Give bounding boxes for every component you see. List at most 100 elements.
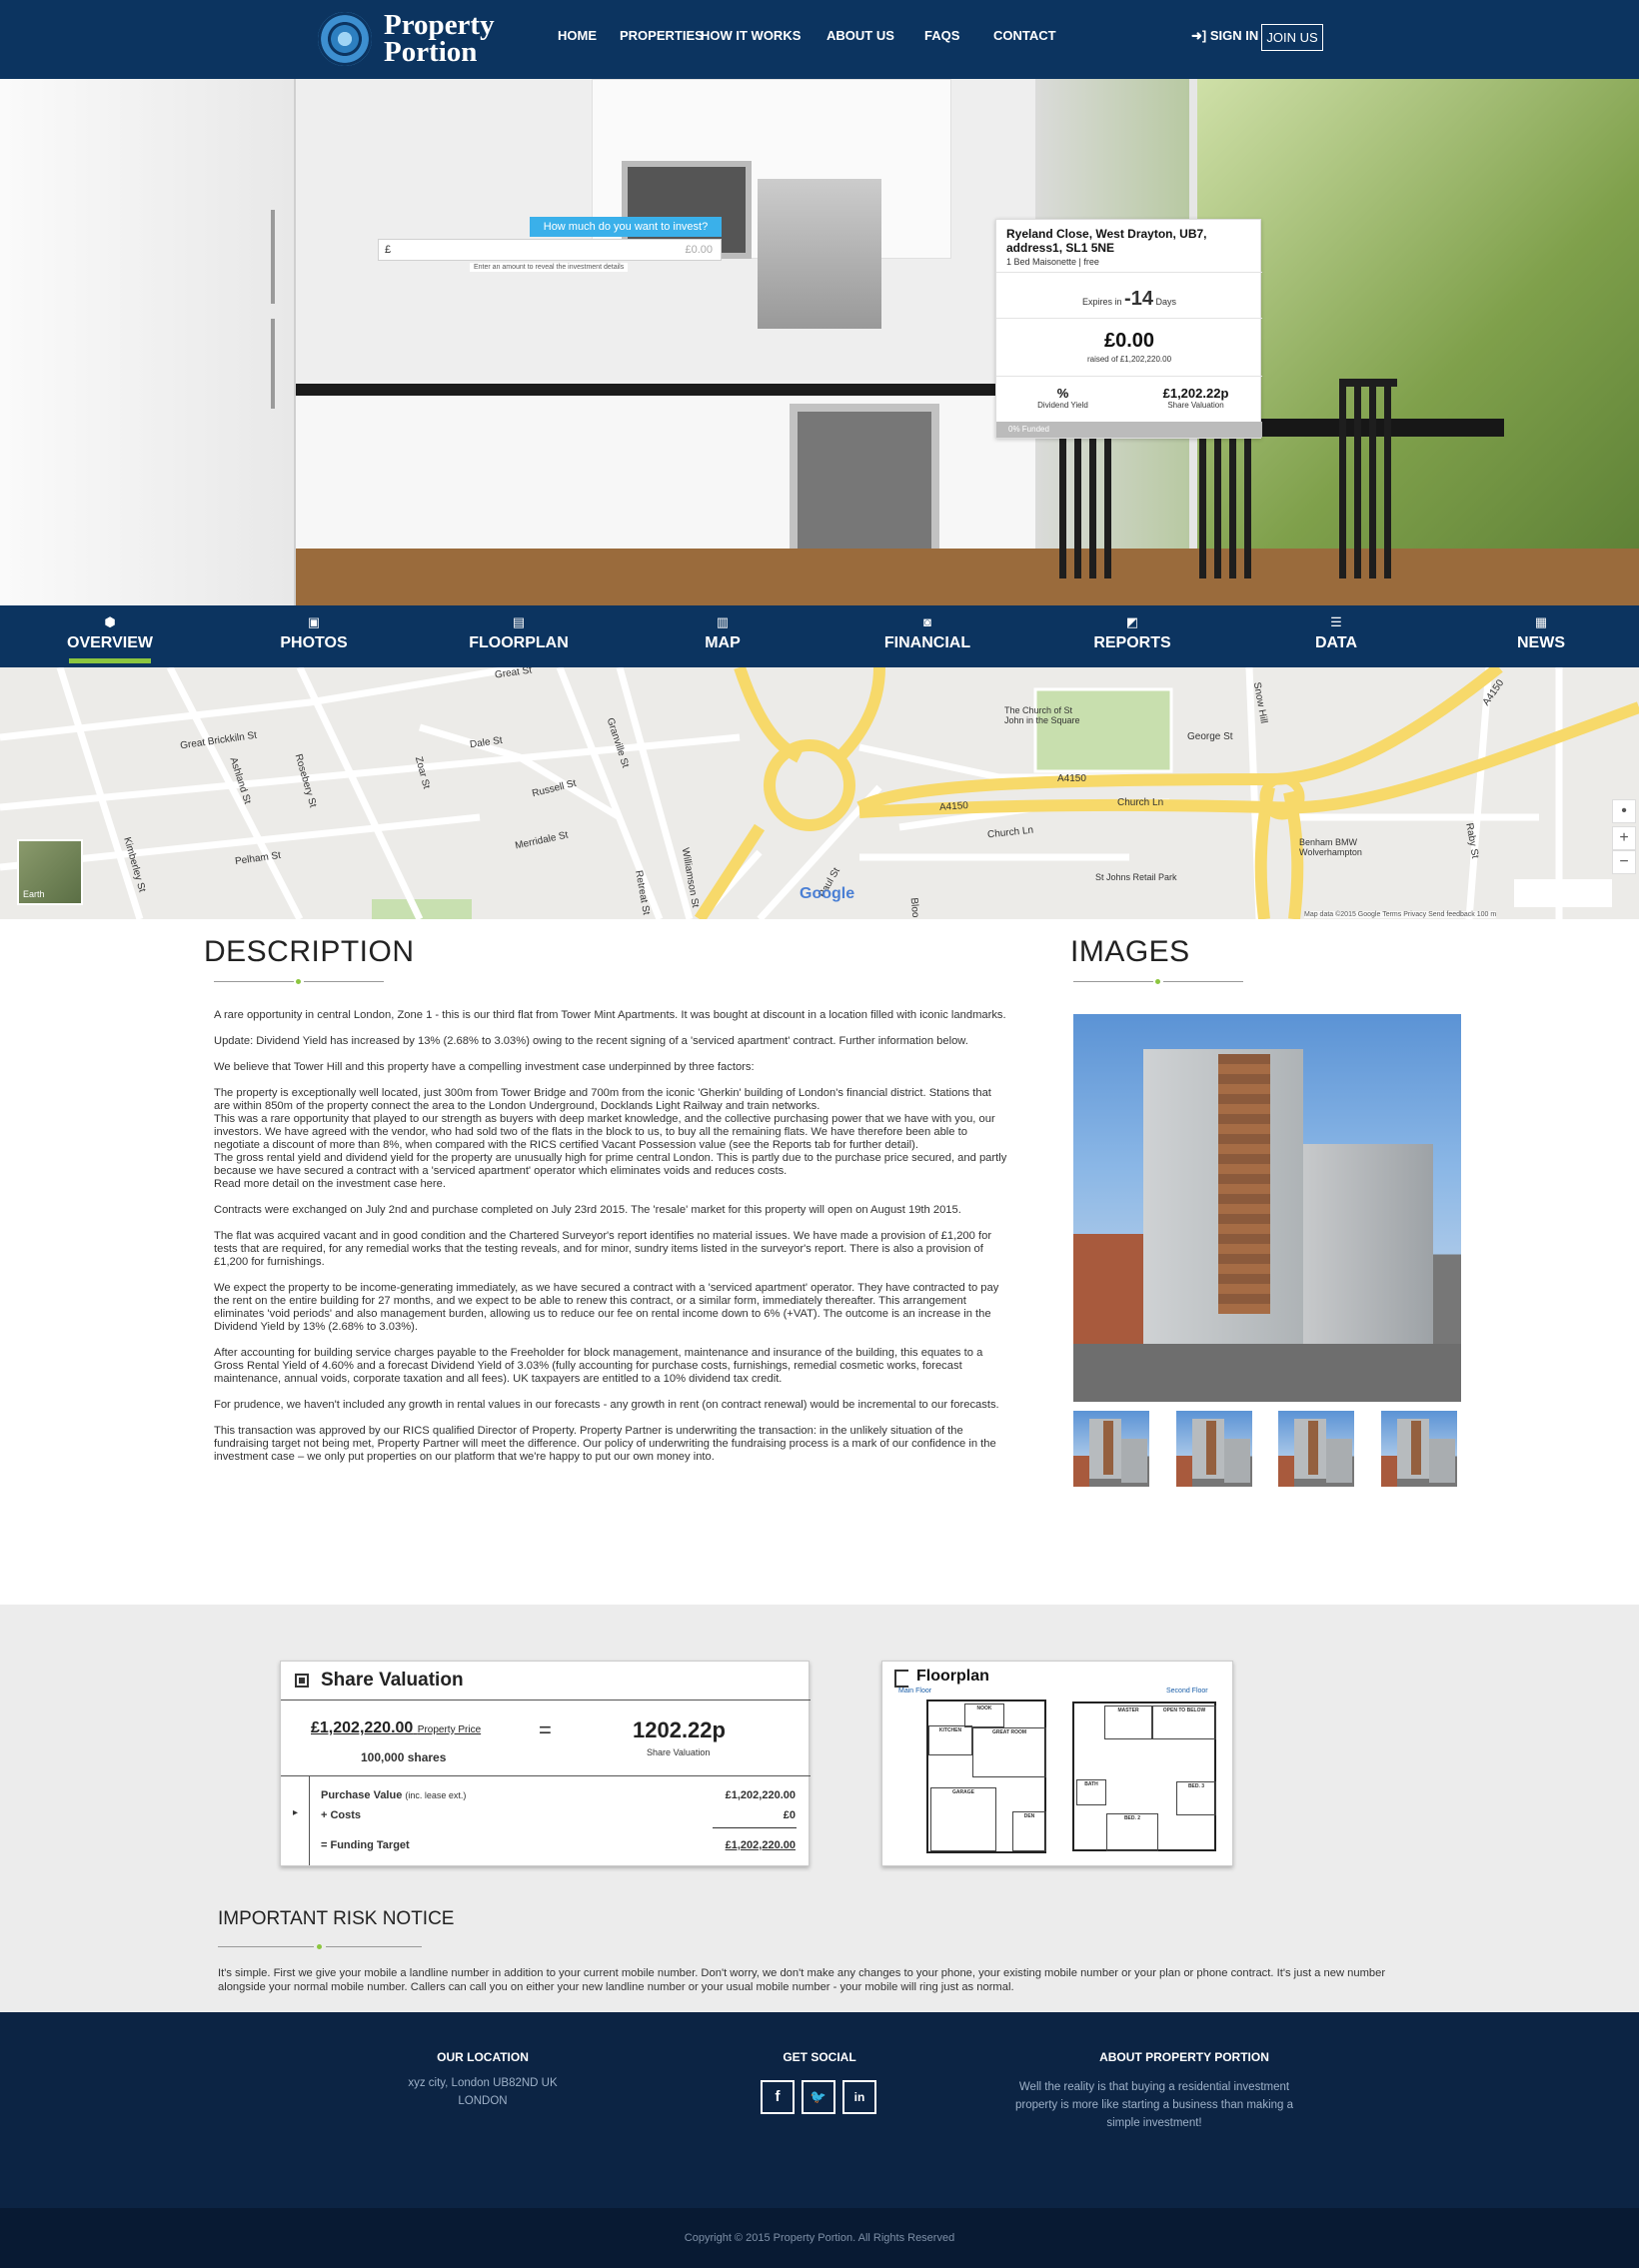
nav-about-us[interactable]: ABOUT US	[826, 28, 894, 43]
row-label: = Funding Target	[321, 1839, 410, 1851]
row-value: £0	[783, 1809, 796, 1821]
property-price-label: Property Price	[417, 1724, 482, 1735]
description-paragraph: Update: Dividend Yield has increased by …	[214, 1035, 968, 1047]
description-paragraph: We expect the property to be income-gene…	[214, 1282, 999, 1333]
main-property-photo[interactable]	[1073, 1014, 1461, 1402]
tab-photos[interactable]: ▣ PHOTOS	[234, 613, 394, 652]
purchase-value-row: Purchase Value (inc. lease ext.) £1,202,2…	[321, 1789, 796, 1801]
room: DEN	[1012, 1811, 1046, 1851]
reports-icon: ◩	[1125, 614, 1139, 629]
share-valuation-label: Share Valuation	[1167, 401, 1224, 410]
funded-progress-bar: 0% Funded	[996, 422, 1262, 438]
nav-faqs[interactable]: FAQS	[924, 28, 959, 43]
property-tabs: ⬢ OVERVIEW ▣ PHOTOS ▤ FLOORPLAN ▥ MAP ◙ FINAN…	[0, 605, 1639, 667]
tab-financial[interactable]: ◙ FINANCIAL	[847, 613, 1007, 652]
title-dot	[1155, 979, 1160, 984]
database-icon: ☰	[1330, 614, 1342, 629]
room: OPEN TO BELOW	[1152, 1705, 1216, 1739]
twitter-icon[interactable]: 🐦	[802, 2080, 835, 2114]
tab-floorplan[interactable]: ▤ FLOORPLAN	[439, 613, 599, 652]
map-label: Bloo	[907, 897, 921, 918]
room: KITCHEN	[928, 1725, 972, 1755]
currency-symbol: £	[385, 244, 392, 256]
title-dot	[317, 1944, 322, 1949]
map-label: St Johns Retail Park	[1095, 872, 1177, 882]
nav-home[interactable]: HOME	[558, 28, 597, 43]
invest-prompt-label: How much do you want to invest?	[530, 217, 722, 237]
photo-thumbnail[interactable]	[1073, 1411, 1149, 1487]
expand-arrow-icon[interactable]: ▸	[293, 1807, 298, 1818]
risk-notice-text: It's simple. First we give your mobile a…	[218, 1967, 1386, 1993]
money-icon: ◙	[923, 614, 931, 629]
row-label: + Costs	[321, 1809, 362, 1821]
photo-thumbnail[interactable]	[1381, 1411, 1457, 1487]
location-map[interactable]: Great Brickkiln St Dale St Russell St Me…	[0, 667, 1639, 919]
room: MASTER	[1104, 1705, 1152, 1739]
logo-line1: Property	[384, 9, 495, 41]
street-view-pegman-icon[interactable]	[1514, 879, 1612, 907]
cube-icon: ⬢	[104, 614, 116, 629]
satellite-toggle[interactable]: Earth	[17, 839, 83, 905]
invest-amount-input[interactable]: £ £0.00	[378, 239, 722, 261]
dividend-yield-value: %	[1056, 386, 1069, 401]
map-label: The Church of St John in the Square	[1004, 705, 1080, 725]
tab-reports[interactable]: ◩ REPORTS	[1052, 613, 1212, 652]
join-us-button[interactable]: JOIN US	[1261, 24, 1323, 51]
share-valuation-value: £1,202.22p	[1162, 386, 1229, 401]
footer-city: LONDON	[458, 2095, 508, 2107]
my-location-icon[interactable]: •	[1612, 799, 1636, 823]
zoom-out-button[interactable]: −	[1612, 850, 1636, 874]
floorplan-title: Floorplan	[916, 1668, 989, 1685]
description-paragraph: This transaction was approved by our RIC…	[214, 1425, 996, 1463]
tab-label: DATA	[1314, 634, 1358, 651]
facebook-icon[interactable]: f	[761, 2080, 795, 2114]
footer-location-title: OUR LOCATION	[437, 2050, 529, 2064]
tab-news[interactable]: ▦ NEWS	[1461, 613, 1621, 652]
photo-thumbnail[interactable]	[1176, 1411, 1252, 1487]
fridge	[0, 79, 296, 605]
funding-target-row: = Funding Target £1,202,220.00	[321, 1839, 796, 1851]
tab-label: PHOTOS	[280, 634, 348, 651]
linkedin-icon[interactable]: in	[842, 2080, 876, 2114]
images-title: IMAGES	[1070, 935, 1190, 968]
dividend-yield-label: Dividend Yield	[1037, 401, 1088, 410]
costs-row: + Costs £0	[321, 1809, 796, 1821]
map-label: A4150	[938, 800, 969, 813]
share-valuation-stat: £1,202.22p Share Valuation	[1129, 386, 1262, 410]
row-value: £1,202,220.00	[725, 1839, 796, 1851]
photos-icon: ▣	[307, 614, 321, 629]
expiry-suffix: Days	[1155, 297, 1176, 307]
tab-data[interactable]: ☰ DATA	[1256, 613, 1416, 652]
nav-contact[interactable]: CONTACT	[993, 28, 1056, 43]
hero-image: How much do you want to invest? £ £0.00 …	[0, 79, 1639, 605]
nav-properties[interactable]: PROPERTIES	[620, 28, 704, 43]
floorplan-panel[interactable]: Floorplan Main Floor Second Floor NOOK K…	[881, 1661, 1233, 1866]
sign-in-link[interactable]: ➜] SIGN IN	[1191, 28, 1258, 44]
tab-label: FINANCIAL	[883, 634, 971, 651]
room: NOOK	[964, 1703, 1004, 1727]
logo-mark-icon	[318, 12, 372, 66]
news-icon: ▦	[1534, 614, 1548, 629]
share-value-label: Share Valuation	[647, 1747, 711, 1757]
nav-how-it-works[interactable]: HOW IT WORKS	[701, 28, 801, 43]
copyright: Copyright © 2015 Property Portion. All R…	[684, 2232, 955, 2244]
zoom-in-button[interactable]: +	[1612, 826, 1636, 850]
logo[interactable]: Property Portion	[318, 9, 495, 67]
chair	[1339, 379, 1397, 578]
tab-overview[interactable]: ⬢ OVERVIEW	[30, 613, 190, 652]
description-paragraph: For prudence, we haven't included any gr…	[214, 1399, 999, 1411]
property-address: Ryeland Close, West Drayton, UB7, addres…	[1006, 227, 1207, 255]
tab-map[interactable]: ▥ MAP	[643, 613, 803, 652]
row-note: (inc. lease ext.)	[405, 1790, 467, 1800]
map-icon: ▥	[716, 614, 730, 629]
row-label: Purchase Value	[321, 1789, 403, 1801]
photo-thumbnail[interactable]	[1278, 1411, 1354, 1487]
sign-in-icon: ➜]	[1191, 28, 1207, 43]
footer-about-text: Well the reality is that buying a reside…	[1014, 2081, 1294, 2129]
risk-notice-title: IMPORTANT RISK NOTICE	[218, 1908, 455, 1929]
row-value: £1,202,220.00	[725, 1789, 796, 1801]
valuation-section	[0, 1605, 1639, 2012]
description-title: DESCRIPTION	[204, 935, 415, 968]
description-paragraph: A rare opportunity in central London, Zo…	[214, 1009, 1006, 1021]
logo-text: Property Portion	[384, 9, 495, 67]
